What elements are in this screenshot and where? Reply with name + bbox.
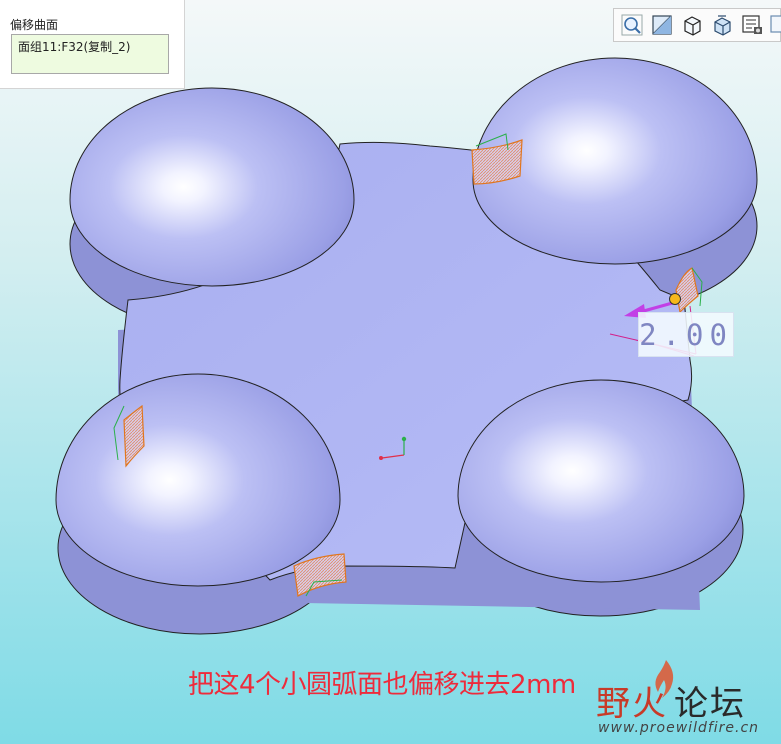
display-style-icon[interactable] xyxy=(650,13,674,37)
view-manager-icon[interactable] xyxy=(710,13,734,37)
graphics-window[interactable]: 2.00 偏移曲面 面组11:F32(复制_2) 把这4个小圆弧面也偏移进去2m… xyxy=(0,0,781,744)
instruction-caption: 把这4个小圆弧面也偏移进去2mm xyxy=(188,670,576,700)
annotation-display-icon[interactable] xyxy=(740,13,764,37)
view-toolbar xyxy=(613,8,781,42)
drag-handle[interactable] xyxy=(669,293,681,305)
zoom-fit-icon[interactable] xyxy=(620,13,644,37)
dome-top-left[interactable] xyxy=(69,87,355,287)
watermark-logo: 野火 论坛 xyxy=(596,684,746,724)
dimension-value-label[interactable]: 2.00 xyxy=(638,312,734,357)
saved-orientation-icon[interactable] xyxy=(680,13,704,37)
spin-center-icon[interactable] xyxy=(768,13,781,37)
panel-title: 偏移曲面 xyxy=(10,18,59,32)
reference-value: 面组11:F32(复制_2) xyxy=(18,40,131,54)
reference-collector[interactable]: 面组11:F32(复制_2) xyxy=(11,34,169,74)
model-scene[interactable] xyxy=(0,0,781,744)
feature-panel: 偏移曲面 面组11:F32(复制_2) xyxy=(0,0,185,89)
watermark-url: www.proewildfire.cn xyxy=(598,720,760,736)
